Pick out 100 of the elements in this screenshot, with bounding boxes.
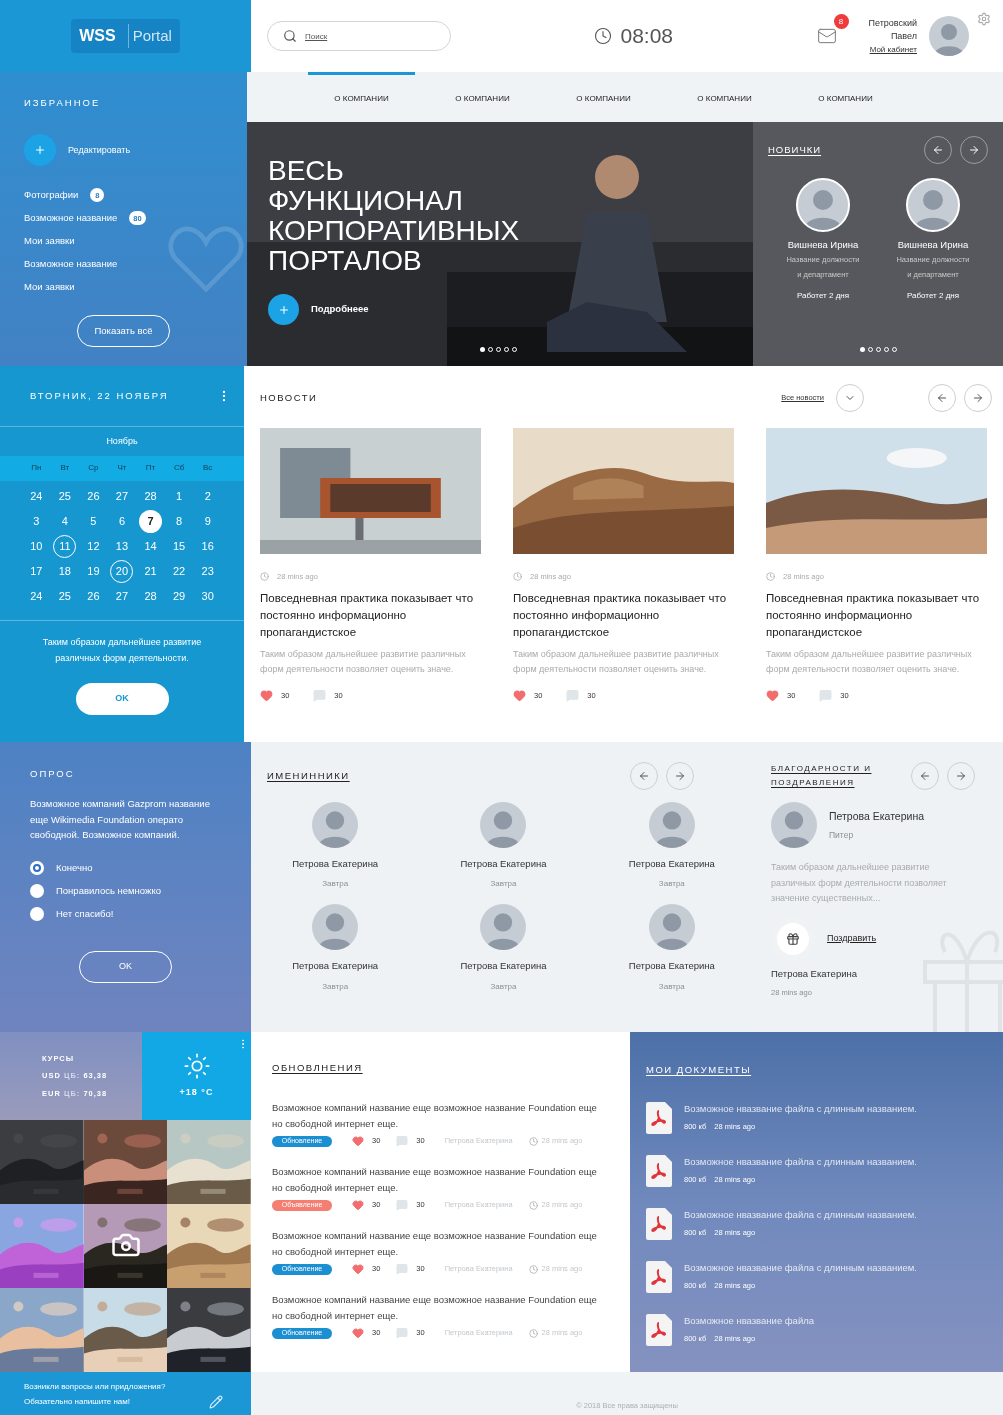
nav-tab[interactable]: О КОМПАНИИ (792, 72, 899, 122)
calendar-day[interactable]: 15 (167, 534, 191, 558)
arrow-right-icon (968, 144, 980, 156)
calendar-day[interactable]: 25 (53, 584, 77, 608)
calendar-day[interactable]: 26 (81, 584, 105, 608)
calendar-day[interactable]: 16 (196, 534, 220, 558)
file-name[interactable]: Возможное нвазвание файла с длинным названием. (684, 1102, 917, 1117)
poll-option[interactable]: Понравилось немножко (30, 883, 221, 898)
calendar-day[interactable]: 24 (24, 484, 48, 508)
feedback-text: Возникли вопросы или придложения? (24, 1380, 166, 1393)
calendar-day[interactable]: 30 (196, 584, 220, 608)
heart-icon[interactable] (352, 1263, 364, 1275)
calendar-day[interactable]: 13 (110, 534, 134, 558)
section-title: ИЗБРАННОЕ (24, 96, 102, 110)
avatar (796, 178, 850, 232)
pdf-icon[interactable] (646, 1102, 672, 1134)
avatar (906, 178, 960, 232)
settings-icon[interactable] (977, 12, 991, 26)
clock-icon (528, 1136, 538, 1146)
birthday-date: Завтра (658, 878, 685, 891)
calendar-day[interactable]: 12 (81, 534, 105, 558)
logo[interactable]: WSS Portal (71, 19, 180, 53)
author-name: Петрова Екатерина (771, 966, 858, 981)
poll-option[interactable]: Конечно (30, 860, 221, 875)
heart-icon[interactable] (352, 1199, 364, 1211)
section-title: МОИ ДОКУМЕНТЫ (646, 1064, 752, 1075)
weekday-label: Пт (144, 462, 157, 474)
heart-icon[interactable] (766, 689, 779, 703)
calendar-day[interactable]: 22 (167, 559, 191, 583)
favorite-link[interactable]: Фотографии (24, 188, 79, 203)
weekday-label: Пн (30, 462, 43, 474)
favorite-link[interactable]: Возможное название (24, 211, 118, 226)
pdf-icon[interactable] (646, 1314, 672, 1346)
heart-icon[interactable] (352, 1135, 364, 1147)
congratulate-link[interactable]: Поздравить (827, 931, 877, 946)
cabinet-link[interactable]: Мой кабинет (869, 42, 917, 56)
radio-button[interactable] (30, 860, 44, 875)
calendar-day[interactable]: 27 (110, 584, 134, 608)
calendar-day[interactable]: 21 (139, 559, 163, 583)
calendar-day[interactable]: 25 (53, 484, 77, 508)
calendar-day[interactable]: 7 (139, 509, 163, 533)
birthday-date: Завтра (490, 980, 517, 993)
calendar-day[interactable]: 1 (167, 484, 191, 508)
calendar-day[interactable]: 5 (81, 509, 105, 533)
calendar-day[interactable]: 29 (167, 584, 191, 608)
calendar-day[interactable]: 14 (139, 534, 163, 558)
calendar-day[interactable]: 6 (110, 509, 134, 533)
calendar-day[interactable]: 2 (196, 484, 220, 508)
nav-tab[interactable]: О КОМПАНИИ (671, 72, 778, 122)
thanks-text: Таким образом дальнейшее развитие различных форм деятельности позволяет значение существенных... (771, 861, 948, 905)
nav-tab[interactable]: О КОМПАНИИ (550, 72, 657, 122)
news-title[interactable]: Повседневная практика показывает что постоянно информационно пропагандистское (260, 590, 481, 642)
hero-title: ВЕСЬ ФУНКЦИОНАЛ КОРПОРАТИВНЫХ ПОРТАЛОВ (268, 156, 521, 276)
calendar-day[interactable]: 19 (81, 559, 105, 583)
pdf-icon[interactable] (646, 1208, 672, 1240)
calendar-day[interactable]: 27 (110, 484, 134, 508)
calendar-day[interactable]: 18 (53, 559, 77, 583)
news-title[interactable]: Повседневная практика показывает что постоянно информационно пропагандистское (766, 590, 987, 642)
file-name[interactable]: Возможное нвазвание файла (684, 1314, 815, 1329)
file-name[interactable]: Возможное нвазвание файла с длинным названием. (684, 1208, 917, 1223)
calendar-day[interactable]: 17 (24, 559, 48, 583)
section-title: ИМЕНИННИКИ (267, 768, 350, 783)
poll-option[interactable]: Нет спасибо! (30, 906, 221, 921)
avatar (771, 802, 817, 848)
radio-button[interactable] (30, 906, 44, 921)
clock-icon (528, 1200, 538, 1210)
heart-icon[interactable] (513, 689, 526, 703)
calendar-day[interactable]: 10 (24, 534, 48, 558)
more-link[interactable]: Подробнеее (311, 302, 369, 317)
calendar-day[interactable]: 28 (139, 584, 163, 608)
favorite-link[interactable]: Мои заявки (24, 280, 75, 295)
search-field[interactable]: Поиск (267, 21, 451, 51)
pdf-icon[interactable] (646, 1261, 672, 1293)
calendar-day[interactable]: 4 (53, 509, 77, 533)
ok-button[interactable]: OK (75, 682, 169, 715)
pdf-icon[interactable] (646, 1155, 672, 1187)
calendar-day[interactable]: 23 (196, 559, 220, 583)
calendar-day[interactable]: 28 (139, 484, 163, 508)
nav-tab[interactable]: О КОМПАНИИ (429, 72, 536, 122)
calendar-day[interactable]: 9 (196, 509, 220, 533)
file-name[interactable]: Возможное нвазвание файла с длинным названием. (684, 1155, 917, 1170)
person-tenure: Работет 2 дня (906, 289, 960, 302)
calendar-day[interactable]: 8 (167, 509, 191, 533)
mail-icon[interactable] (816, 26, 837, 46)
pencil-icon[interactable] (209, 1394, 223, 1409)
clock-icon (766, 572, 775, 582)
news-title[interactable]: Повседневная практика показывает что постоянно информационно пропагандистское (513, 590, 734, 642)
news-text: Таким образом дальнейшее развитие различных форм деятельности позволяет оценить значе. (513, 648, 720, 677)
notification-badge: 8 (833, 14, 849, 29)
favorite-link[interactable]: Мои заявки (24, 234, 75, 249)
calendar-day[interactable]: 3 (24, 509, 48, 533)
file-name[interactable]: Возможное нвазвание файла с длинным названием. (684, 1261, 917, 1276)
favorite-link[interactable]: Возможное название (24, 257, 118, 272)
edit-link[interactable]: Редактировать (68, 143, 131, 157)
calendar-day[interactable]: 24 (24, 584, 48, 608)
heart-icon[interactable] (260, 689, 273, 703)
radio-button[interactable] (30, 883, 44, 898)
calendar-day[interactable]: 26 (81, 484, 105, 508)
arrow-right-icon (674, 770, 686, 782)
heart-icon[interactable] (352, 1327, 364, 1339)
